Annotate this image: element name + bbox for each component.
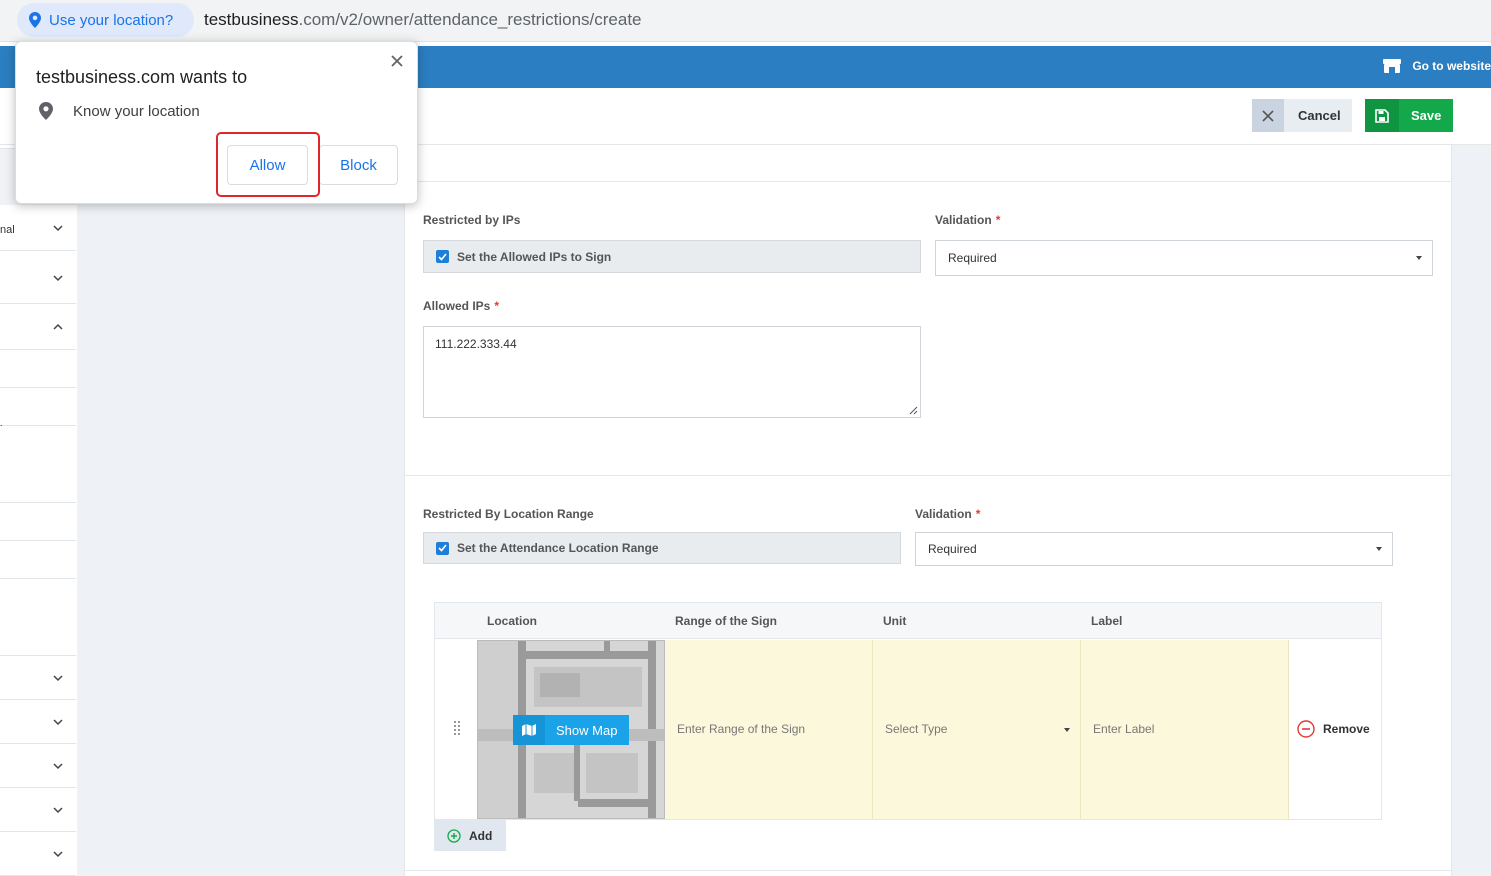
checkbox-checked-icon <box>436 541 449 555</box>
allowed-ips-checkbox-label: Set the Allowed IPs to Sign <box>457 249 612 264</box>
add-label: Add <box>469 828 493 843</box>
permission-text: Know your location <box>73 102 200 120</box>
sidebar-item[interactable] <box>0 304 76 350</box>
chevron-down-icon <box>53 763 63 770</box>
caret-down-icon <box>1376 547 1382 551</box>
allowed-ips-textarea[interactable]: 111.222.333.44 <box>423 326 921 418</box>
save-label: Save <box>1411 108 1442 123</box>
ip-validation-select[interactable]: Required <box>935 240 1433 276</box>
add-location-button[interactable]: Add <box>434 820 506 851</box>
sidebar-item[interactable] <box>0 832 76 876</box>
column-header-label: Label <box>1091 614 1123 628</box>
go-to-website-link[interactable]: Go to website <box>1382 58 1491 74</box>
table-header: Location Range of the Sign Unit Label <box>435 603 1381 639</box>
url-path: .com/v2/owner/attendance_restrictions/cr… <box>298 10 642 29</box>
location-table: Location Range of the Sign Unit Label Sh… <box>434 602 1382 820</box>
chevron-down-icon <box>53 807 63 814</box>
dialog-title: testbusiness.com wants to <box>36 67 248 87</box>
location-pin-icon <box>29 12 41 28</box>
ip-validation-label: Validation * <box>935 213 1001 227</box>
sidebar-item[interactable] <box>0 656 76 700</box>
url-host: testbusiness <box>204 10 299 29</box>
range-placeholder: Enter Range of the Sign <box>677 722 806 736</box>
chevron-down-icon <box>53 719 63 726</box>
minus-circle-icon <box>1297 720 1315 738</box>
sidebar-item[interactable] <box>0 426 76 503</box>
block-button[interactable]: Block <box>319 145 398 185</box>
resize-handle-icon[interactable] <box>909 406 918 415</box>
location-pin-icon <box>39 102 53 120</box>
sidebar-item[interactable]: sions <box>0 541 76 592</box>
save-button[interactable]: Save <box>1365 99 1453 132</box>
restricted-by-location-label: Restricted By Location Range <box>423 507 594 521</box>
range-input[interactable]: Enter Range of the Sign <box>665 640 873 819</box>
remove-row-button[interactable]: Remove <box>1297 720 1370 738</box>
location-validation-select[interactable]: Required <box>915 532 1393 566</box>
block-label: Block <box>340 156 377 174</box>
column-header-unit: Unit <box>883 614 907 628</box>
label-input[interactable]: Enter Label <box>1081 640 1289 819</box>
divider <box>404 475 1452 476</box>
caret-down-icon <box>1416 256 1422 260</box>
allowed-ips-checkbox[interactable]: Set the Allowed IPs to Sign <box>423 240 921 273</box>
map-thumbnail: Show Map <box>477 640 665 819</box>
close-icon <box>1252 99 1284 132</box>
location-chip-label: Use your location? <box>49 11 174 29</box>
sidebar-item[interactable] <box>0 700 76 744</box>
drag-handle-icon[interactable] <box>453 720 461 736</box>
sidebar-item[interactable]: ions <box>0 388 76 436</box>
store-icon <box>1383 59 1402 73</box>
column-header-range: Range of the Sign <box>675 614 777 628</box>
cancel-label: Cancel <box>1298 108 1341 123</box>
label-placeholder: Enter Label <box>1093 722 1155 736</box>
show-map-label: Show Map <box>556 722 618 738</box>
caret-down-icon <box>1064 728 1070 732</box>
allowed-ips-value: 111.222.333.44 <box>435 337 517 351</box>
sidebar-item[interactable] <box>0 788 76 832</box>
url-field[interactable]: testbusiness.com/v2/owner/attendance_res… <box>204 10 642 30</box>
restricted-by-ips-label: Restricted by IPs <box>423 213 521 227</box>
location-range-checkbox[interactable]: Set the Attendance Location Range <box>423 532 901 564</box>
plus-circle-icon <box>447 828 461 843</box>
sidebar-item[interactable] <box>0 503 76 541</box>
sidebar: nal ions sions <box>0 145 76 876</box>
column-header-location: Location <box>487 614 537 628</box>
unit-select[interactable]: Select Type <box>873 640 1081 819</box>
floppy-disk-icon <box>1365 99 1399 132</box>
show-map-button[interactable]: Show Map <box>513 715 629 745</box>
permission-row: Know your location <box>39 102 200 120</box>
location-validation-value: Required <box>928 542 977 556</box>
sidebar-item[interactable] <box>0 251 76 304</box>
chevron-down-icon <box>53 851 63 858</box>
ip-validation-value: Required <box>948 251 997 265</box>
sidebar-item[interactable] <box>0 579 76 656</box>
sidebar-item[interactable] <box>0 744 76 788</box>
location-validation-label: Validation * <box>915 507 981 521</box>
sidebar-item-label: nal <box>0 224 15 236</box>
cancel-button[interactable]: Cancel <box>1252 99 1352 132</box>
remove-label: Remove <box>1323 722 1370 736</box>
chevron-up-icon <box>53 323 63 330</box>
chevron-down-icon <box>53 225 63 232</box>
allowed-ips-field-label: Allowed IPs * <box>423 299 500 313</box>
go-to-website-label: Go to website <box>1412 59 1491 73</box>
browser-address-bar: Use your location? testbusiness.com/v2/o… <box>0 0 1491 42</box>
divider <box>404 870 1452 871</box>
close-icon[interactable] <box>389 53 405 69</box>
location-range-checkbox-label: Set the Attendance Location Range <box>457 541 659 555</box>
sidebar-item[interactable] <box>0 350 76 388</box>
unit-placeholder: Select Type <box>885 722 948 736</box>
checkbox-checked-icon <box>436 250 449 263</box>
right-gutter <box>1453 145 1491 876</box>
map-icon <box>513 715 545 745</box>
location-permission-chip[interactable]: Use your location? <box>17 3 194 37</box>
chevron-down-icon <box>53 274 63 281</box>
sidebar-item[interactable]: nal <box>0 205 76 251</box>
chevron-down-icon <box>53 675 63 682</box>
allow-highlight-box <box>216 132 320 197</box>
divider <box>404 181 1452 182</box>
